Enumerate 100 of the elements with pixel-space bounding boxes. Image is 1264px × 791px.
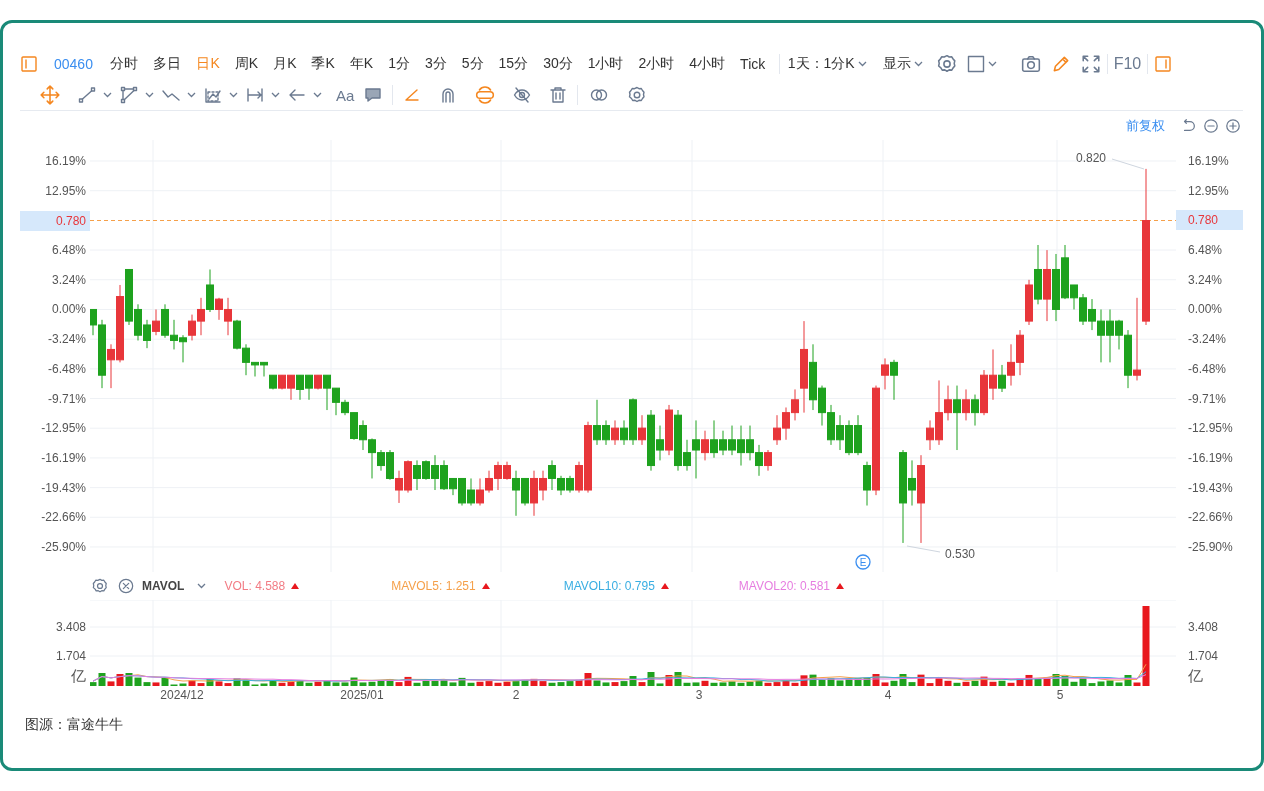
indicator-name: MAVOL <box>142 579 185 593</box>
date-label: 5 <box>1056 688 1064 702</box>
axis-label: -6.48% <box>1187 360 1228 378</box>
fullscreen-icon[interactable] <box>1080 54 1101 74</box>
caret-icon[interactable] <box>197 583 207 589</box>
candlestick <box>998 364 1006 393</box>
current-price-label: 0.780 <box>20 210 90 231</box>
axis-label: 12.95% <box>44 182 87 200</box>
period-tab[interactable]: 30分 <box>535 55 581 73</box>
up-triangle-icon <box>660 583 669 589</box>
period-tab[interactable]: 3分 <box>417 55 455 73</box>
axis-label: -19.43% <box>40 479 87 497</box>
axis-label: 0.00% <box>1187 301 1224 319</box>
axis-label: 0.780 <box>1176 210 1243 231</box>
up-triangle-icon <box>291 583 300 589</box>
caret-icon[interactable] <box>229 92 238 98</box>
candlestick <box>764 449 772 472</box>
caret-icon[interactable] <box>145 92 154 98</box>
candlestick <box>953 385 961 451</box>
axis-label: 3.24% <box>1187 271 1224 289</box>
axis-label: 亿 <box>1188 666 1203 686</box>
zoom-in-icon[interactable] <box>1225 117 1241 134</box>
undo-icon[interactable] <box>1181 117 1197 134</box>
caret-icon[interactable] <box>987 61 997 67</box>
period-tab[interactable]: 周K <box>227 55 266 73</box>
axis-label: -12.95% <box>1187 420 1234 438</box>
caret-icon[interactable] <box>913 61 923 67</box>
angle-icon[interactable] <box>403 86 422 104</box>
close-icon[interactable] <box>118 578 134 594</box>
move-icon[interactable] <box>40 85 60 105</box>
axis-label: 3.408 <box>1188 619 1219 636</box>
axis-label: -22.66% <box>1187 509 1234 527</box>
period-tab[interactable]: 1分 <box>380 55 418 73</box>
axis-label: 3.408 <box>55 619 86 636</box>
leader-line <box>1111 158 1145 170</box>
period-tab[interactable]: 多日 <box>145 55 189 73</box>
caret-icon[interactable] <box>313 92 322 98</box>
zoom-out-icon[interactable] <box>1203 117 1219 134</box>
caret-icon[interactable] <box>271 92 280 98</box>
axis-label: -25.90% <box>40 538 87 556</box>
date-label: 3 <box>695 688 703 702</box>
candlestick <box>971 394 979 427</box>
axis-label: -3.24% <box>1187 331 1228 349</box>
line-segment-icon[interactable] <box>78 86 96 104</box>
candlestick <box>1133 297 1141 381</box>
period-tab[interactable]: 5分 <box>454 55 492 73</box>
date-label: 2024/12 <box>160 688 204 702</box>
legend-value: MAVOL20: 0.581 <box>738 579 830 593</box>
f10-button[interactable]: F10 <box>1113 55 1142 73</box>
period-tab[interactable]: 分时 <box>102 55 146 73</box>
candlestick <box>692 419 700 479</box>
candlestick <box>962 388 970 421</box>
period-tab[interactable]: 4小时 <box>681 55 733 73</box>
period-tab[interactable]: Tick <box>732 56 773 72</box>
settings-icon[interactable] <box>92 578 108 594</box>
high-price-label: 0.820 <box>1076 151 1107 165</box>
axis-label: 16.19% <box>1187 153 1230 170</box>
sync-icon[interactable] <box>475 85 496 105</box>
axis-label: 12.95% <box>1187 182 1230 200</box>
settings-icon[interactable] <box>628 86 647 104</box>
comment-icon[interactable] <box>364 86 383 104</box>
axis-label: 亿 <box>71 666 86 686</box>
period-tab[interactable]: 年K <box>342 55 381 73</box>
camera-icon[interactable] <box>1020 54 1041 74</box>
stock-code: 00460 <box>54 56 93 72</box>
range-dropdown[interactable]: 1天：1分K <box>785 55 871 73</box>
period-tab[interactable]: 1小时 <box>580 55 631 73</box>
axis-label: 6.48% <box>1187 242 1224 260</box>
eye-off-icon[interactable] <box>513 86 532 104</box>
axis-label: -3.24% <box>46 331 87 349</box>
legend-value: MAVOL10: 0.795 <box>563 579 655 593</box>
period-tab[interactable]: 季K <box>303 55 343 73</box>
axis-label: 16.19% <box>44 153 87 170</box>
legend-value: VOL: 4.588 <box>224 579 286 593</box>
axis-label: -19.43% <box>1187 479 1234 497</box>
period-tab[interactable]: 2小时 <box>631 55 682 73</box>
settings-icon[interactable] <box>936 54 957 74</box>
period-tab[interactable]: 月K <box>265 55 304 73</box>
axis-label: -16.19% <box>40 449 87 467</box>
date-label: 2025/01 <box>340 688 384 702</box>
caret-icon[interactable] <box>187 92 196 98</box>
up-triangle-icon <box>836 583 844 589</box>
axis-label: -9.71% <box>1187 390 1228 408</box>
period-tab[interactable]: 15分 <box>491 55 536 73</box>
up-triangle-icon <box>481 583 490 589</box>
square-icon[interactable] <box>966 55 985 73</box>
caret-icon[interactable] <box>103 92 112 98</box>
measure-icon[interactable] <box>246 86 264 104</box>
axis-label: 1.704 <box>1188 648 1219 665</box>
chart-tool-icon[interactable] <box>204 86 222 104</box>
axis-label: 1.704 <box>55 648 86 665</box>
low-price-label: 0.530 <box>945 547 976 561</box>
polyline-icon[interactable] <box>120 86 138 104</box>
axis-label: 0.00% <box>50 301 87 319</box>
leader-line <box>906 545 941 553</box>
caret-icon[interactable] <box>857 61 867 67</box>
display-dropdown[interactable]: 显示 <box>880 55 927 73</box>
text-tool[interactable]: Aa <box>336 86 355 104</box>
adjustment-link[interactable]: 前复权 <box>1126 116 1165 135</box>
trash-icon[interactable] <box>549 86 568 104</box>
